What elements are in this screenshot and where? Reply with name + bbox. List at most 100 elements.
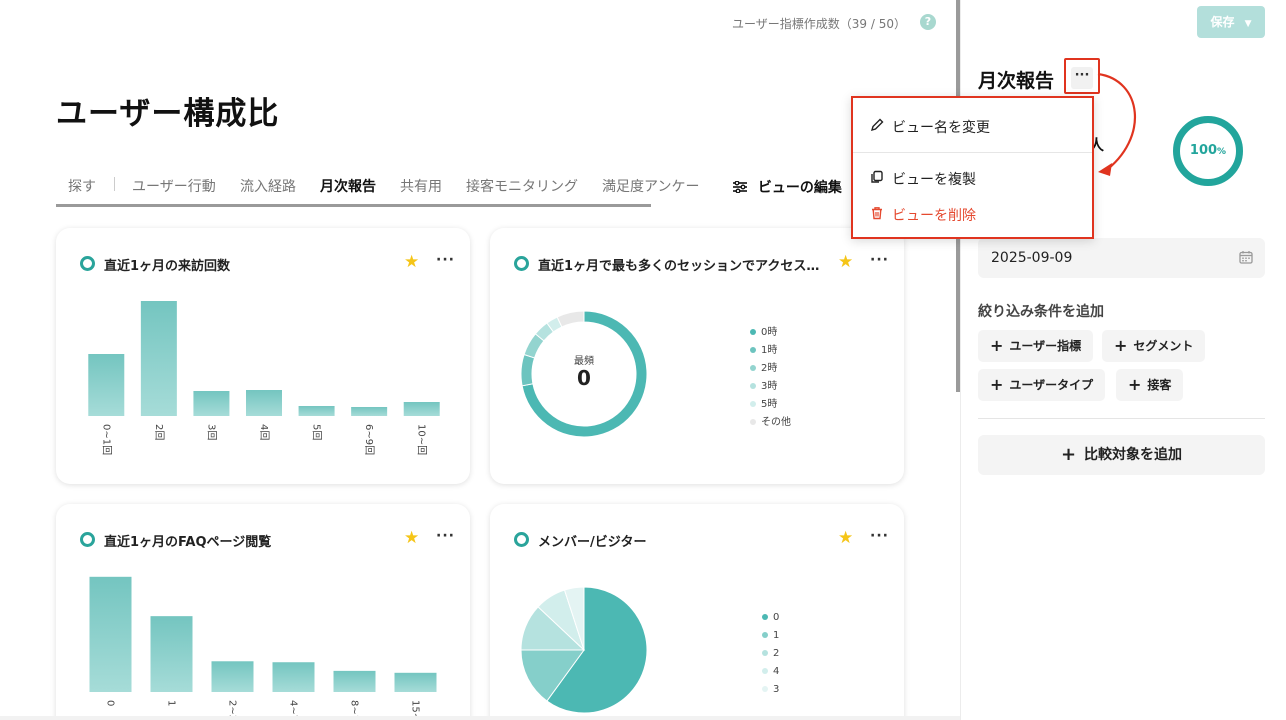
- bar-5[interactable]: [351, 407, 388, 416]
- rename-view-menu-item[interactable]: ビュー名を変更: [869, 117, 990, 137]
- bar-3[interactable]: [246, 390, 282, 416]
- date-value: 2025-09-09: [991, 250, 1073, 266]
- copy-icon: [869, 170, 885, 188]
- legend-swatch: [750, 329, 756, 335]
- view-options-menu: ビュー名を変更 ビューを複製 ビューを削除: [851, 96, 1094, 239]
- view-edit-button[interactable]: ビューの編集: [733, 177, 842, 197]
- date-field[interactable]: 2025-09-09: [978, 238, 1265, 278]
- bar-1[interactable]: [150, 616, 193, 692]
- x-tick-label: 3回: [205, 424, 217, 440]
- x-tick-label: 10~回: [416, 424, 428, 455]
- bar-4[interactable]: [333, 670, 376, 692]
- legend-label: 2: [773, 648, 780, 659]
- x-tick-label: 0~1回: [100, 424, 112, 455]
- tab-shared[interactable]: 共有用: [400, 176, 442, 196]
- legend-item: 2時: [750, 360, 791, 378]
- page-title: ユーザー構成比: [56, 96, 280, 132]
- donut-center-value: 0: [577, 366, 591, 390]
- slice-1[interactable]: [520, 353, 536, 387]
- add-user-metric-button[interactable]: + ユーザー指標: [978, 330, 1094, 362]
- menu-item-label: ビュー名を変更: [892, 120, 990, 136]
- legend-label: 1: [773, 630, 780, 641]
- bar-4[interactable]: [298, 406, 335, 416]
- tab-monthly-report[interactable]: 月次報告: [320, 176, 376, 196]
- x-tick-label: 0: [105, 700, 116, 706]
- legend-swatch: [750, 365, 756, 371]
- faq-views-bar-chart: 0 1 2~3 4~7 8~1 15~: [89, 576, 437, 720]
- trash-icon: [869, 206, 885, 224]
- access-time-donut-chart: [520, 310, 648, 438]
- bar-2[interactable]: [211, 661, 254, 692]
- legend-swatch: [762, 614, 768, 620]
- bottom-scroll-edge: [0, 716, 960, 720]
- bar-6[interactable]: [403, 402, 440, 416]
- legend-item: 3: [762, 681, 779, 699]
- legend-label: 5時: [761, 399, 778, 410]
- tab-traffic-source[interactable]: 流入経路: [240, 176, 296, 196]
- legend-label: 1時: [761, 345, 778, 356]
- bar-2[interactable]: [193, 391, 230, 416]
- legend-label: 3時: [761, 381, 778, 392]
- legend-item: 2: [762, 645, 779, 663]
- gauge-unit: %: [1217, 147, 1227, 157]
- legend-swatch: [750, 347, 756, 353]
- legend-label: 4: [773, 666, 780, 677]
- coverage-gauge: 100%: [1173, 116, 1243, 186]
- x-tick-label: 1: [166, 700, 177, 706]
- chart-legend: 0 1 2 4 3: [762, 609, 779, 699]
- tab-campaign-monitoring[interactable]: 接客モニタリング: [466, 176, 578, 196]
- tabs-scrollbar[interactable]: [56, 204, 651, 207]
- gauge-value: 100: [1189, 143, 1218, 158]
- chart-card-visit-count: 直近1ヶ月の来訪回数 ★ ··· 0~1回 2回 3回 4回 5回 6~9回 10~回: [56, 228, 470, 484]
- chart-card-member-visitor: メンバー/ビジター ★ ··· 01243: [490, 504, 904, 720]
- legend-item: 4: [762, 663, 779, 681]
- legend-label: 3: [773, 684, 780, 695]
- legend-swatch: [750, 419, 756, 425]
- add-user-type-button[interactable]: + ユーザータイプ: [978, 369, 1106, 401]
- legend-item: 0時: [750, 324, 791, 342]
- plus-icon: +: [1060, 444, 1077, 465]
- member-visitor-pie-chart: [520, 586, 648, 714]
- delete-view-menu-item[interactable]: ビューを削除: [869, 205, 976, 225]
- legend-swatch: [762, 668, 768, 674]
- view-title: 月次報告: [978, 70, 1055, 92]
- question-circle-icon[interactable]: ?: [920, 14, 936, 30]
- bar-0[interactable]: [89, 576, 132, 692]
- bar-0[interactable]: [88, 354, 125, 416]
- add-campaign-button[interactable]: + 接客: [1116, 369, 1184, 401]
- donut-center-label: 最頻: [574, 356, 594, 367]
- legend-item: 3時: [750, 378, 791, 396]
- chip-label: ユーザー指標: [1009, 339, 1082, 353]
- legend-swatch: [762, 632, 768, 638]
- caret-down-icon: ▼: [1244, 19, 1252, 29]
- legend-item: 1時: [750, 342, 791, 360]
- visit-count-bar-chart: 0~1回 2回 3回 4回 5回 6~9回 10~回: [88, 301, 440, 455]
- bar-1[interactable]: [140, 301, 177, 416]
- filter-section-title: 絞り込み条件を追加: [978, 304, 1104, 320]
- chip-label: ユーザータイプ: [1009, 378, 1094, 392]
- legend-item: 5時: [750, 396, 791, 414]
- bar-5[interactable]: [394, 672, 437, 692]
- legend-swatch: [750, 401, 756, 407]
- add-comparison-button[interactable]: + 比較対象を追加: [978, 435, 1265, 475]
- duplicate-view-menu-item[interactable]: ビューを複製: [869, 169, 976, 189]
- tab-user-behavior[interactable]: ユーザー行動: [132, 176, 216, 196]
- view-edit-label: ビューの編集: [757, 180, 842, 196]
- annotation-arrow: [1097, 72, 1137, 176]
- legend-label: 2時: [761, 363, 778, 374]
- add-segment-button[interactable]: + セグメント: [1102, 330, 1206, 362]
- x-tick-label: 2回: [153, 424, 165, 440]
- slice-5[interactable]: [556, 310, 585, 328]
- save-button[interactable]: 保存 ▼: [1197, 6, 1265, 38]
- calendar-icon[interactable]: [1239, 250, 1253, 264]
- legend-label: 0: [773, 612, 780, 623]
- legend-label: その他: [761, 417, 791, 428]
- bar-3[interactable]: [272, 662, 315, 692]
- tab-satisfaction-survey[interactable]: 満足度アンケー: [602, 176, 699, 196]
- x-tick-label: 6~9回: [363, 424, 375, 455]
- tab-explore[interactable]: 探す: [68, 176, 96, 196]
- panel-divider: [978, 418, 1265, 419]
- compare-label: 比較対象を追加: [1084, 447, 1183, 463]
- legend-label: 0時: [761, 327, 778, 338]
- chip-label: 接客: [1147, 378, 1172, 392]
